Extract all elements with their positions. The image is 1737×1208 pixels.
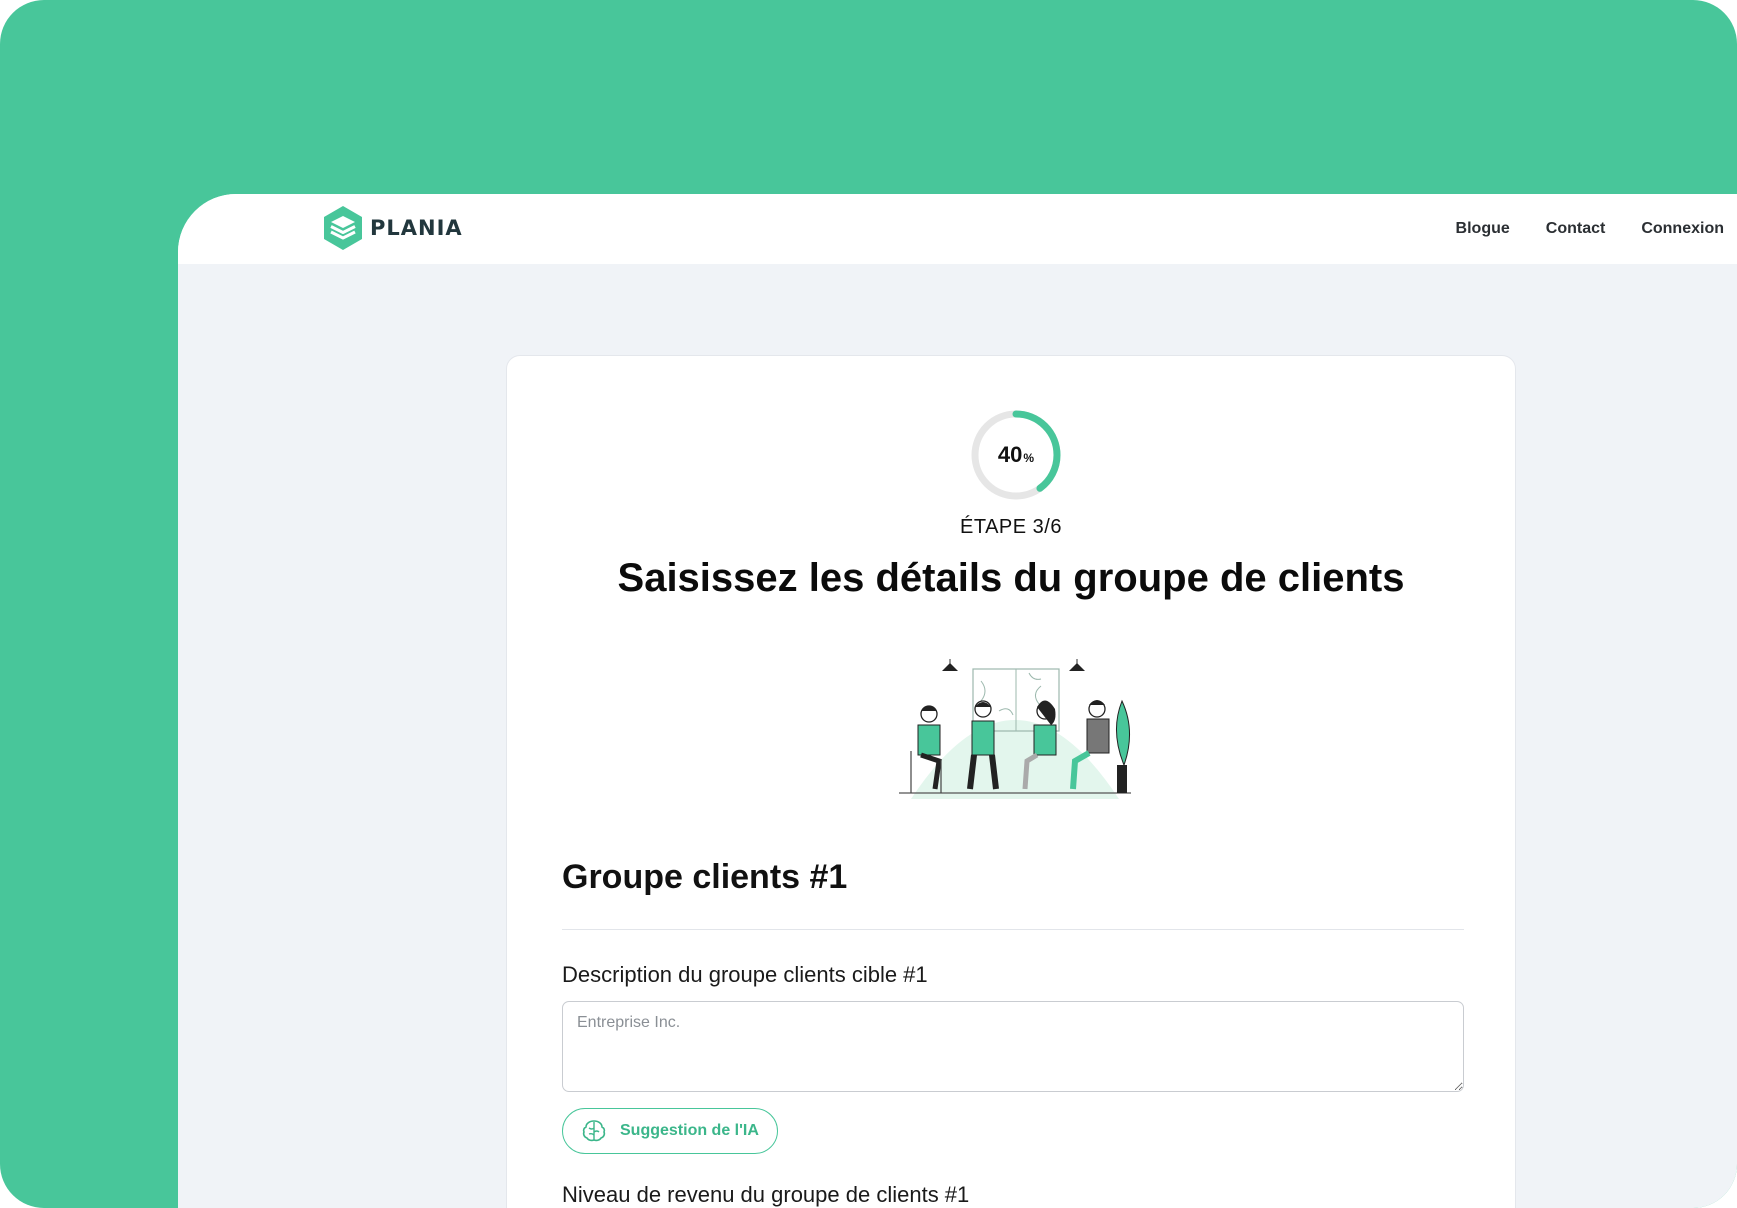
form-card: 40% ÉTAPE 3/6 Saisissez les détails du g… <box>506 355 1516 1208</box>
nav-blogue[interactable]: Blogue <box>1456 220 1510 238</box>
ai-suggestion-button[interactable]: Suggestion de l'IA <box>562 1108 778 1154</box>
browser-window: PLANIA Blogue Contact Connexion 40% ÉTAP… <box>178 194 1737 1208</box>
logo-text: PLANIA <box>370 216 463 240</box>
logo[interactable]: PLANIA <box>322 204 463 252</box>
logo-icon <box>324 206 362 250</box>
nav-links: Blogue Contact Connexion <box>1420 194 1724 264</box>
meeting-illustration <box>899 659 1131 799</box>
step-indicator: ÉTAPE 3/6 <box>960 516 1062 538</box>
nav-contact[interactable]: Contact <box>1546 220 1606 238</box>
background-frame: PLANIA Blogue Contact Connexion 40% ÉTAP… <box>0 0 1737 1208</box>
nav-connexion[interactable]: Connexion <box>1641 220 1724 238</box>
progress-label: 40% <box>969 408 1063 502</box>
progress-value: 40 <box>997 442 1023 467</box>
navbar: PLANIA Blogue Contact Connexion <box>178 194 1737 264</box>
section-divider <box>562 929 1464 930</box>
progress-unit: % <box>1023 451 1035 465</box>
group-title: Groupe clients #1 <box>562 858 848 896</box>
description-input[interactable] <box>562 1001 1464 1092</box>
description-label: Description du groupe clients cible #1 <box>562 962 928 987</box>
income-label: Niveau de revenu du groupe de clients #1 <box>562 1182 970 1207</box>
brain-icon <box>582 1120 606 1142</box>
ai-suggestion-label: Suggestion de l'IA <box>620 1122 759 1139</box>
progress-ring: 40% <box>969 408 1063 502</box>
page-title: Saisissez les détails du groupe de clien… <box>617 556 1405 600</box>
